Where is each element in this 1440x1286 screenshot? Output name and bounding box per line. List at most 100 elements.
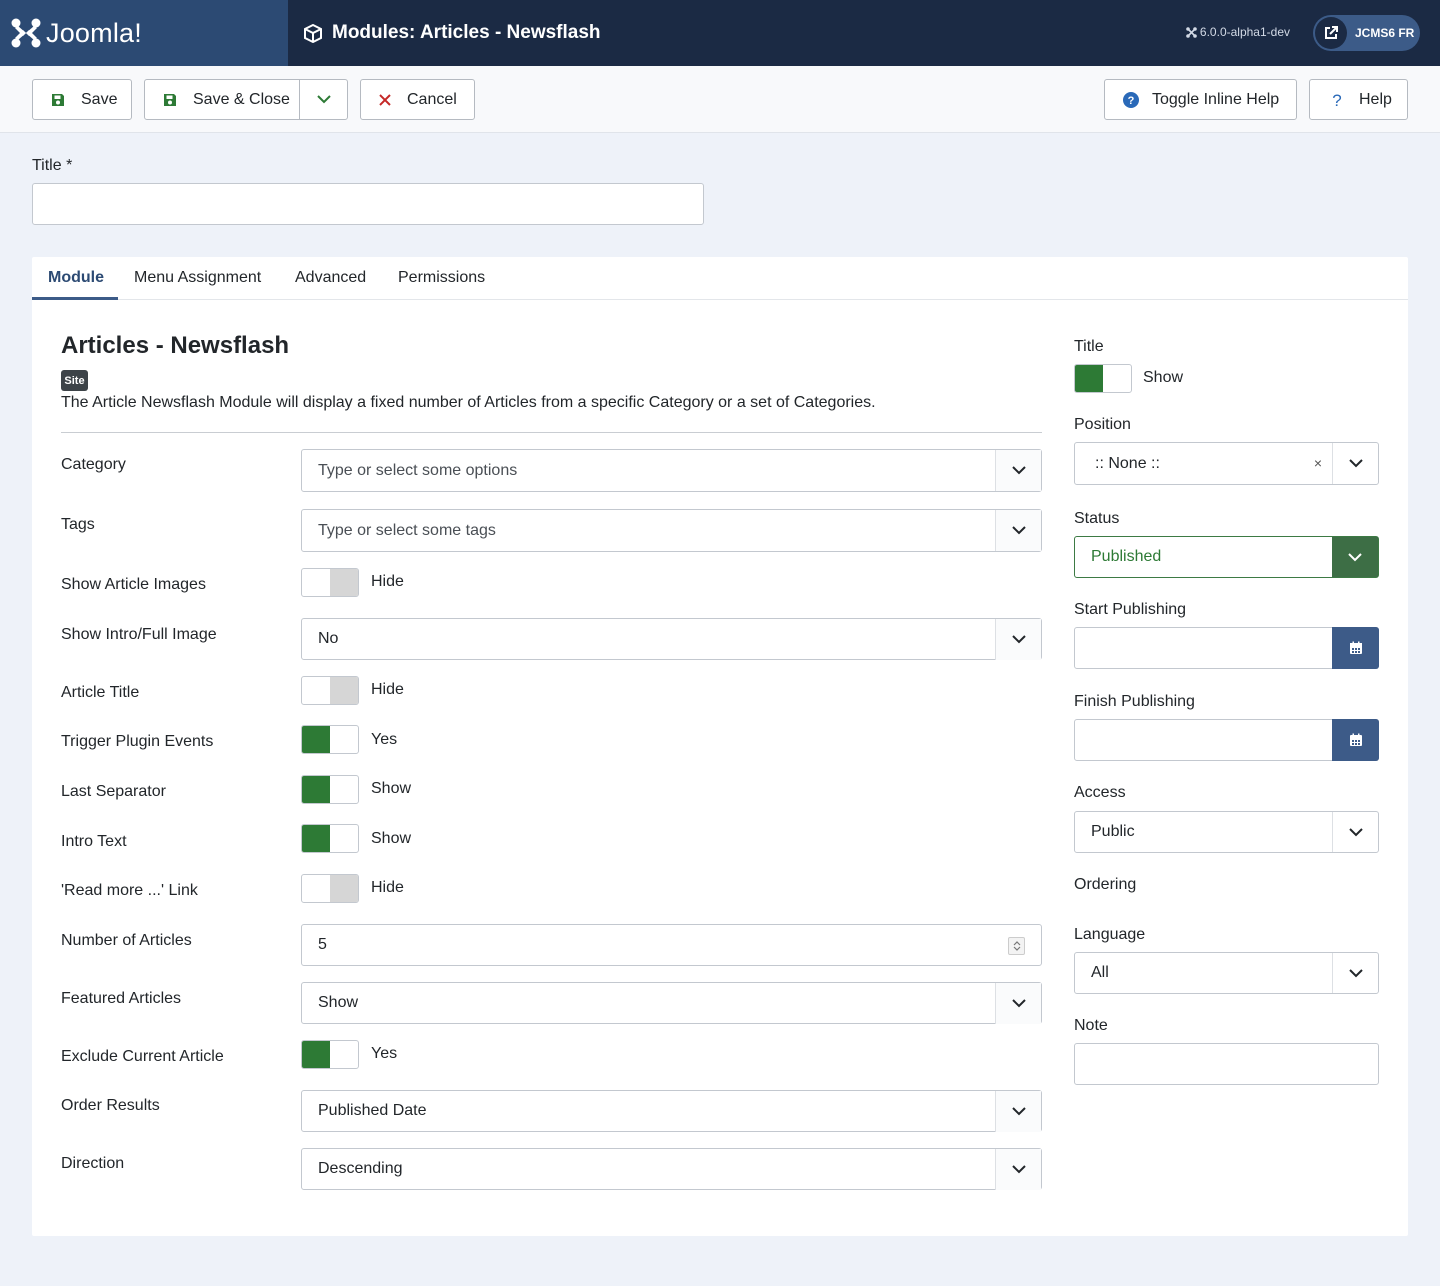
title-label: Title *: [32, 157, 73, 174]
version-text: 6.0.0-alpha1-dev: [1199, 25, 1290, 39]
trigger-plugin-events-toggle[interactable]: [301, 725, 359, 754]
chevron-down-icon: [1332, 537, 1378, 577]
intro-text-label: Intro Text: [61, 833, 127, 850]
featured-articles-value: Show: [318, 994, 359, 1011]
toggle-inline-help-button[interactable]: ? Toggle Inline Help: [1104, 79, 1297, 120]
exclude-current-article-state: Yes: [371, 1045, 398, 1062]
finish-publishing-label: Finish Publishing: [1074, 693, 1195, 710]
status-label: Status: [1074, 510, 1120, 527]
svg-text:?: ?: [1128, 95, 1135, 107]
save-label: Save: [81, 90, 118, 108]
module-edit-card: Module Menu Assignment Advanced Permissi…: [32, 257, 1408, 1236]
number-of-articles-value: 5: [318, 936, 327, 953]
start-publishing-input[interactable]: [1074, 627, 1379, 669]
access-value: Public: [1091, 823, 1135, 840]
view-site-button[interactable]: JCMS6 FR: [1313, 15, 1420, 51]
close-icon: [379, 93, 391, 106]
save-button[interactable]: Save: [32, 79, 132, 120]
position-value: :: None ::: [1095, 454, 1160, 472]
tags-select[interactable]: Type or select some tags: [301, 509, 1042, 552]
brand-name: Joomla!: [46, 17, 142, 48]
floppy-disk-icon: [51, 93, 65, 107]
joomla-logo[interactable]: Joomla!: [0, 0, 288, 66]
external-link-icon: [1315, 17, 1347, 49]
top-header: Joomla! Modules: Articles - Newsflash 6.…: [0, 0, 1440, 66]
show-intro-full-image-value: No: [318, 630, 339, 647]
access-label: Access: [1074, 784, 1126, 801]
save-close-button[interactable]: Save & Close: [144, 79, 348, 120]
category-select[interactable]: Type or select some options: [301, 449, 1042, 492]
position-select[interactable]: :: None :: ×: [1074, 442, 1379, 485]
show-article-images-state: Hide: [371, 573, 404, 590]
order-results-select[interactable]: Published Date: [301, 1090, 1042, 1132]
toggle-knob: [330, 677, 358, 704]
page-title-text: Modules: Articles - Newsflash: [332, 22, 601, 43]
read-more-link-toggle[interactable]: [301, 874, 359, 903]
direction-value: Descending: [318, 1160, 403, 1177]
chevron-down-icon: [1332, 953, 1378, 993]
calendar-icon[interactable]: [1332, 627, 1379, 669]
site-name: JCMS6 FR: [1355, 26, 1415, 40]
title-visibility-label: Title: [1074, 338, 1104, 355]
help-button[interactable]: ? Help: [1309, 79, 1408, 120]
calendar-icon[interactable]: [1332, 719, 1379, 761]
intro-text-toggle[interactable]: [301, 824, 359, 853]
language-select[interactable]: All: [1074, 952, 1379, 994]
chevron-down-icon: [995, 619, 1041, 660]
toggle-knob: [330, 875, 358, 902]
title-visibility-toggle[interactable]: [1074, 364, 1132, 393]
tab-permissions[interactable]: Permissions: [398, 269, 485, 287]
access-select[interactable]: Public: [1074, 811, 1379, 853]
save-close-label: Save & Close: [193, 90, 290, 108]
module-heading: Articles - Newsflash: [61, 332, 290, 359]
tab-module[interactable]: Module: [48, 269, 104, 287]
article-title-label: Article Title: [61, 684, 140, 701]
toggle-knob: [302, 776, 330, 803]
spinner-arrows-icon: [1013, 941, 1020, 951]
language-value: All: [1091, 964, 1109, 981]
tab-bar: Module Menu Assignment Advanced Permissi…: [32, 257, 1408, 300]
finish-publishing-input[interactable]: [1074, 719, 1379, 761]
chevron-down-icon: [995, 1091, 1041, 1132]
position-label: Position: [1074, 416, 1131, 433]
order-results-value: Published Date: [318, 1102, 427, 1119]
category-placeholder: Type or select some options: [318, 461, 518, 479]
article-title-state: Hide: [371, 681, 404, 698]
read-more-link-label: 'Read more ...' Link: [61, 882, 198, 899]
number-spinner[interactable]: [1008, 937, 1025, 955]
direction-select[interactable]: Descending: [301, 1148, 1042, 1190]
floppy-disk-icon: [163, 93, 177, 107]
language-label: Language: [1074, 926, 1146, 943]
chevron-down-icon: [317, 95, 331, 104]
tab-menu-assignment[interactable]: Menu Assignment: [134, 269, 261, 287]
clear-icon[interactable]: ×: [1314, 455, 1322, 471]
joomla-small-icon: [1186, 26, 1197, 38]
tab-advanced[interactable]: Advanced: [295, 269, 366, 287]
chevron-down-icon: [995, 510, 1041, 551]
title-input[interactable]: [32, 183, 704, 225]
exclude-current-article-toggle[interactable]: [301, 1040, 359, 1069]
status-select[interactable]: Published: [1074, 536, 1379, 578]
last-separator-state: Show: [371, 780, 412, 797]
cancel-label: Cancel: [407, 90, 457, 108]
article-title-toggle[interactable]: [301, 676, 359, 705]
show-article-images-toggle[interactable]: [301, 568, 359, 597]
note-input[interactable]: [1074, 1043, 1379, 1085]
divider: [61, 432, 1042, 433]
cancel-button[interactable]: Cancel: [360, 79, 475, 120]
show-article-images-label: Show Article Images: [61, 576, 206, 593]
show-intro-full-image-select[interactable]: No: [301, 618, 1042, 660]
save-options-dropdown[interactable]: [300, 80, 348, 119]
cube-icon: [304, 23, 322, 43]
featured-articles-select[interactable]: Show: [301, 982, 1042, 1024]
number-of-articles-label: Number of Articles: [61, 932, 192, 949]
tags-placeholder: Type or select some tags: [318, 521, 496, 539]
chevron-down-icon: [1332, 812, 1378, 852]
tags-label: Tags: [61, 516, 95, 533]
show-intro-full-image-label: Show Intro/Full Image: [61, 626, 217, 643]
intro-text-state: Show: [371, 830, 412, 847]
last-separator-toggle[interactable]: [301, 775, 359, 804]
number-of-articles-input[interactable]: 5: [301, 924, 1042, 966]
toolbar: Save Save & Close Cancel ? Toggle Inline…: [0, 66, 1440, 133]
trigger-plugin-events-label: Trigger Plugin Events: [61, 733, 214, 750]
